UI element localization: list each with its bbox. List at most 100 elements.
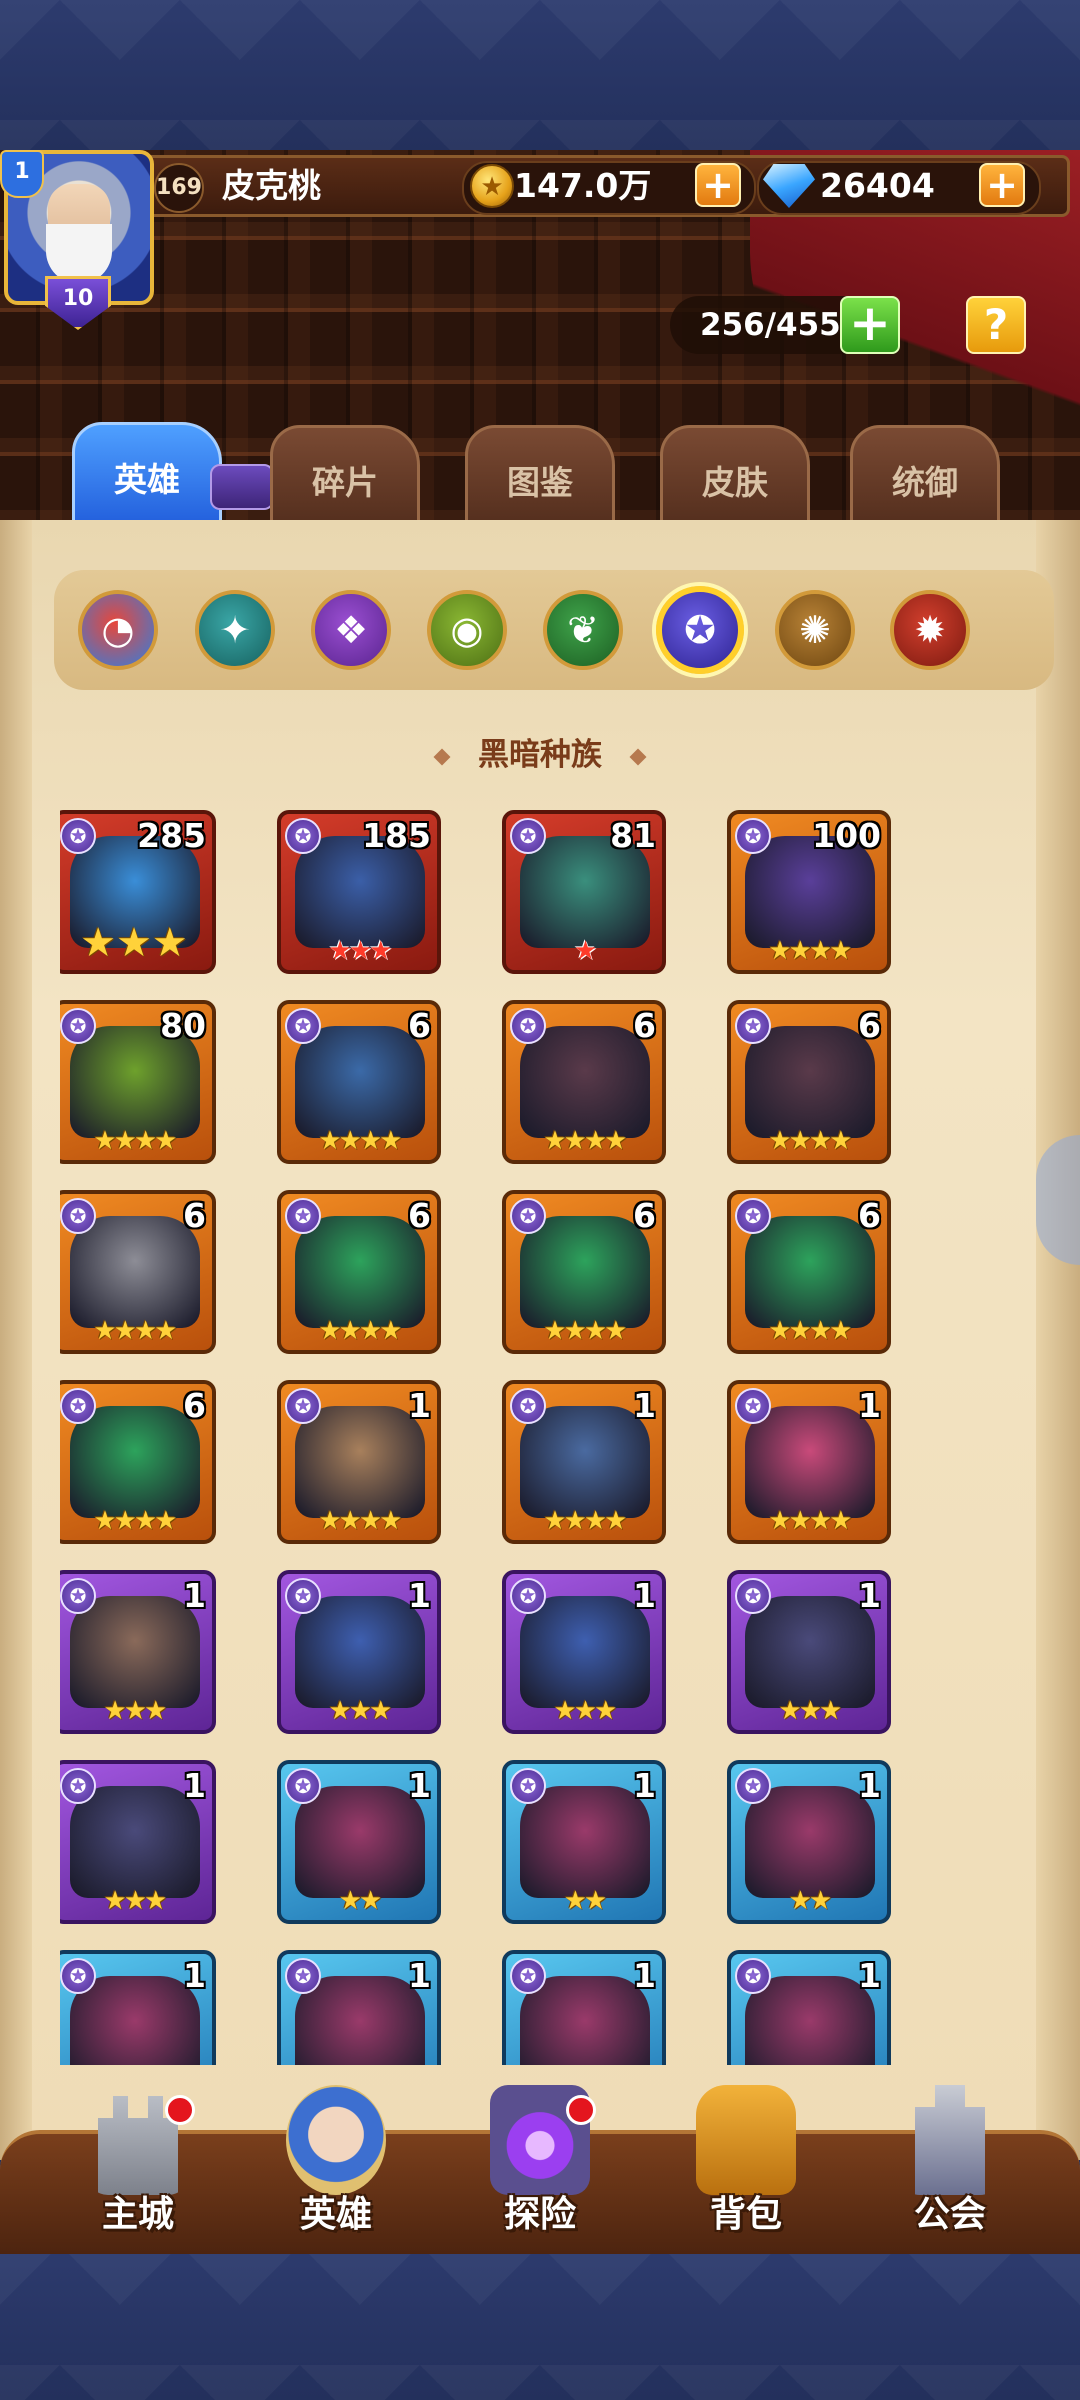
hero-portrait (295, 1786, 425, 1898)
hero-card[interactable]: ✪ 1 (727, 1950, 891, 2065)
race-filter-nature-icon[interactable]: ✦ (195, 590, 275, 670)
nav-heroes[interactable]: 英雄 (256, 2085, 416, 2245)
dark-race-icon: ✪ (735, 818, 771, 854)
dark-race-icon: ✪ (510, 1388, 546, 1424)
hero-card[interactable]: ✪ 185 ★★★ (277, 810, 441, 974)
hero-level: 6 (183, 1386, 206, 1425)
hero-icon (286, 2085, 386, 2195)
nav-explore[interactable]: 探险 (460, 2085, 620, 2245)
hero-portrait (70, 1216, 200, 1328)
race-filter-fire-icon[interactable]: ✹ (890, 590, 970, 670)
hero-level: 80 (160, 1006, 206, 1045)
hero-level: 1 (408, 1956, 431, 1995)
hero-stars: ★★ (563, 1886, 608, 1916)
section-title-text: 黑暗种族 (478, 737, 602, 773)
hero-card[interactable]: ✪ 100 ★★★★ (727, 810, 891, 974)
hero-level: 1 (858, 1386, 881, 1425)
gem-amount: 26404 (820, 166, 935, 205)
hero-card[interactable]: ✪ 6 ★★★★ (727, 1190, 891, 1354)
hero-card[interactable]: ✪ 6 ★★★★ (727, 1000, 891, 1164)
hero-stars: ★★★★ (93, 1316, 177, 1346)
hero-card[interactable]: ✪ 1 (60, 1950, 216, 2065)
side-scroll-arrow[interactable] (1036, 1135, 1080, 1265)
hero-card[interactable]: ✪ 6 ★★★★ (277, 1190, 441, 1354)
dark-race-icon: ✪ (285, 1768, 321, 1804)
add-gold-button[interactable]: + (695, 163, 741, 207)
dark-race-icon: ✪ (735, 1008, 771, 1044)
nav-backpack[interactable]: 背包 (666, 2085, 826, 2245)
hero-level: 1 (633, 1766, 656, 1805)
dark-race-icon: ✪ (510, 1578, 546, 1614)
hero-stars: ★★★ (778, 1696, 843, 1726)
add-gems-button[interactable]: + (979, 163, 1025, 207)
dark-race-icon: ✪ (60, 1198, 96, 1234)
hero-card[interactable]: ✪ 285 ★★★ (60, 810, 216, 974)
hero-card[interactable]: ✪ 1 ★★★ (502, 1570, 666, 1734)
dark-race-icon: ✪ (60, 1768, 96, 1804)
race-filter-light-icon[interactable]: ✺ (775, 590, 855, 670)
hero-stars: ★★★ (80, 920, 188, 966)
hero-card[interactable]: ✪ 1 ★★★★ (727, 1380, 891, 1544)
dark-race-icon: ✪ (285, 1008, 321, 1044)
expand-capacity-button[interactable]: + (840, 296, 900, 354)
hero-level: 6 (858, 1196, 881, 1235)
bottom-background (0, 2245, 1080, 2400)
hero-card[interactable]: ✪ 6 ★★★★ (502, 1190, 666, 1354)
hero-portrait (745, 1026, 875, 1138)
hero-card[interactable]: ✪ 6 ★★★★ (277, 1000, 441, 1164)
race-filter-mage-icon[interactable]: ❖ (311, 590, 391, 670)
hero-portrait (520, 1786, 650, 1898)
hero-card[interactable]: ✪ 1 ★★★ (277, 1570, 441, 1734)
hero-card[interactable]: ✪ 1 ★★ (277, 1760, 441, 1924)
hero-stars: ★★★★ (318, 1506, 402, 1536)
hero-card[interactable]: ✪ 6 ★★★★ (502, 1000, 666, 1164)
hero-card[interactable]: ✪ 1 (502, 1950, 666, 2065)
dark-race-icon: ✪ (735, 1768, 771, 1804)
gold-coin-icon: ★ (470, 164, 514, 208)
hero-stars: ★★★ (328, 936, 393, 966)
race-filter-dark-icon[interactable]: ✪ (656, 586, 744, 674)
race-filter-forest-icon[interactable]: ❦ (543, 590, 623, 670)
hero-level: 1 (408, 1386, 431, 1425)
hero-card[interactable]: ✪ 1 ★★ (502, 1760, 666, 1924)
hero-level: 100 (812, 816, 881, 855)
nav-label: 主城 (101, 2194, 174, 2235)
help-button[interactable]: ? (966, 296, 1026, 354)
hero-card[interactable]: ✪ 1 ★★★ (60, 1760, 216, 1924)
hero-portrait (745, 1596, 875, 1708)
hero-card[interactable]: ✪ 1 ★★ (727, 1760, 891, 1924)
hero-level: 6 (183, 1196, 206, 1235)
hero-portrait (295, 1406, 425, 1518)
hero-level: 1 (183, 1956, 206, 1995)
hero-card[interactable]: ✪ 1 ★★★ (60, 1570, 216, 1734)
hero-level: 285 (137, 816, 206, 855)
dark-race-icon: ✪ (60, 1388, 96, 1424)
hero-card[interactable]: ✪ 6 ★★★★ (60, 1380, 216, 1544)
race-filter-elf-icon[interactable]: ◉ (427, 590, 507, 670)
hero-card[interactable]: ✪ 1 ★★★ (727, 1570, 891, 1734)
dark-race-icon: ✪ (285, 1198, 321, 1234)
hero-stars: ★★ (788, 1886, 833, 1916)
backpack-icon (696, 2085, 796, 2195)
guild-icon (915, 2085, 985, 2195)
race-filter-all-icon[interactable]: ◔ (78, 590, 158, 670)
dark-race-icon: ✪ (510, 1008, 546, 1044)
hero-card[interactable]: ✪ 80 ★★★★ (60, 1000, 216, 1164)
dark-race-icon: ✪ (510, 1768, 546, 1804)
hero-card[interactable]: ✪ 6 ★★★★ (60, 1190, 216, 1354)
hero-portrait (70, 1596, 200, 1708)
hero-stars: ★★★★ (318, 1316, 402, 1346)
hero-stars: ★★★★ (768, 1126, 852, 1156)
tab-scroll-handle (210, 464, 274, 510)
nav-guild[interactable]: 公会 (870, 2085, 1030, 2245)
hero-card[interactable]: ✪ 81 ★ (502, 810, 666, 974)
hero-card[interactable]: ✪ 1 ★★★★ (502, 1380, 666, 1544)
hero-stars: ★★★ (103, 1886, 168, 1916)
hero-level: 1 (858, 1956, 881, 1995)
hero-level: 6 (633, 1006, 656, 1045)
hero-level: 6 (858, 1006, 881, 1045)
hero-card[interactable]: ✪ 1 ★★★★ (277, 1380, 441, 1544)
hero-card[interactable]: ✪ 1 (277, 1950, 441, 2065)
dark-race-icon: ✪ (735, 1198, 771, 1234)
nav-label: 英雄 (299, 2194, 372, 2235)
